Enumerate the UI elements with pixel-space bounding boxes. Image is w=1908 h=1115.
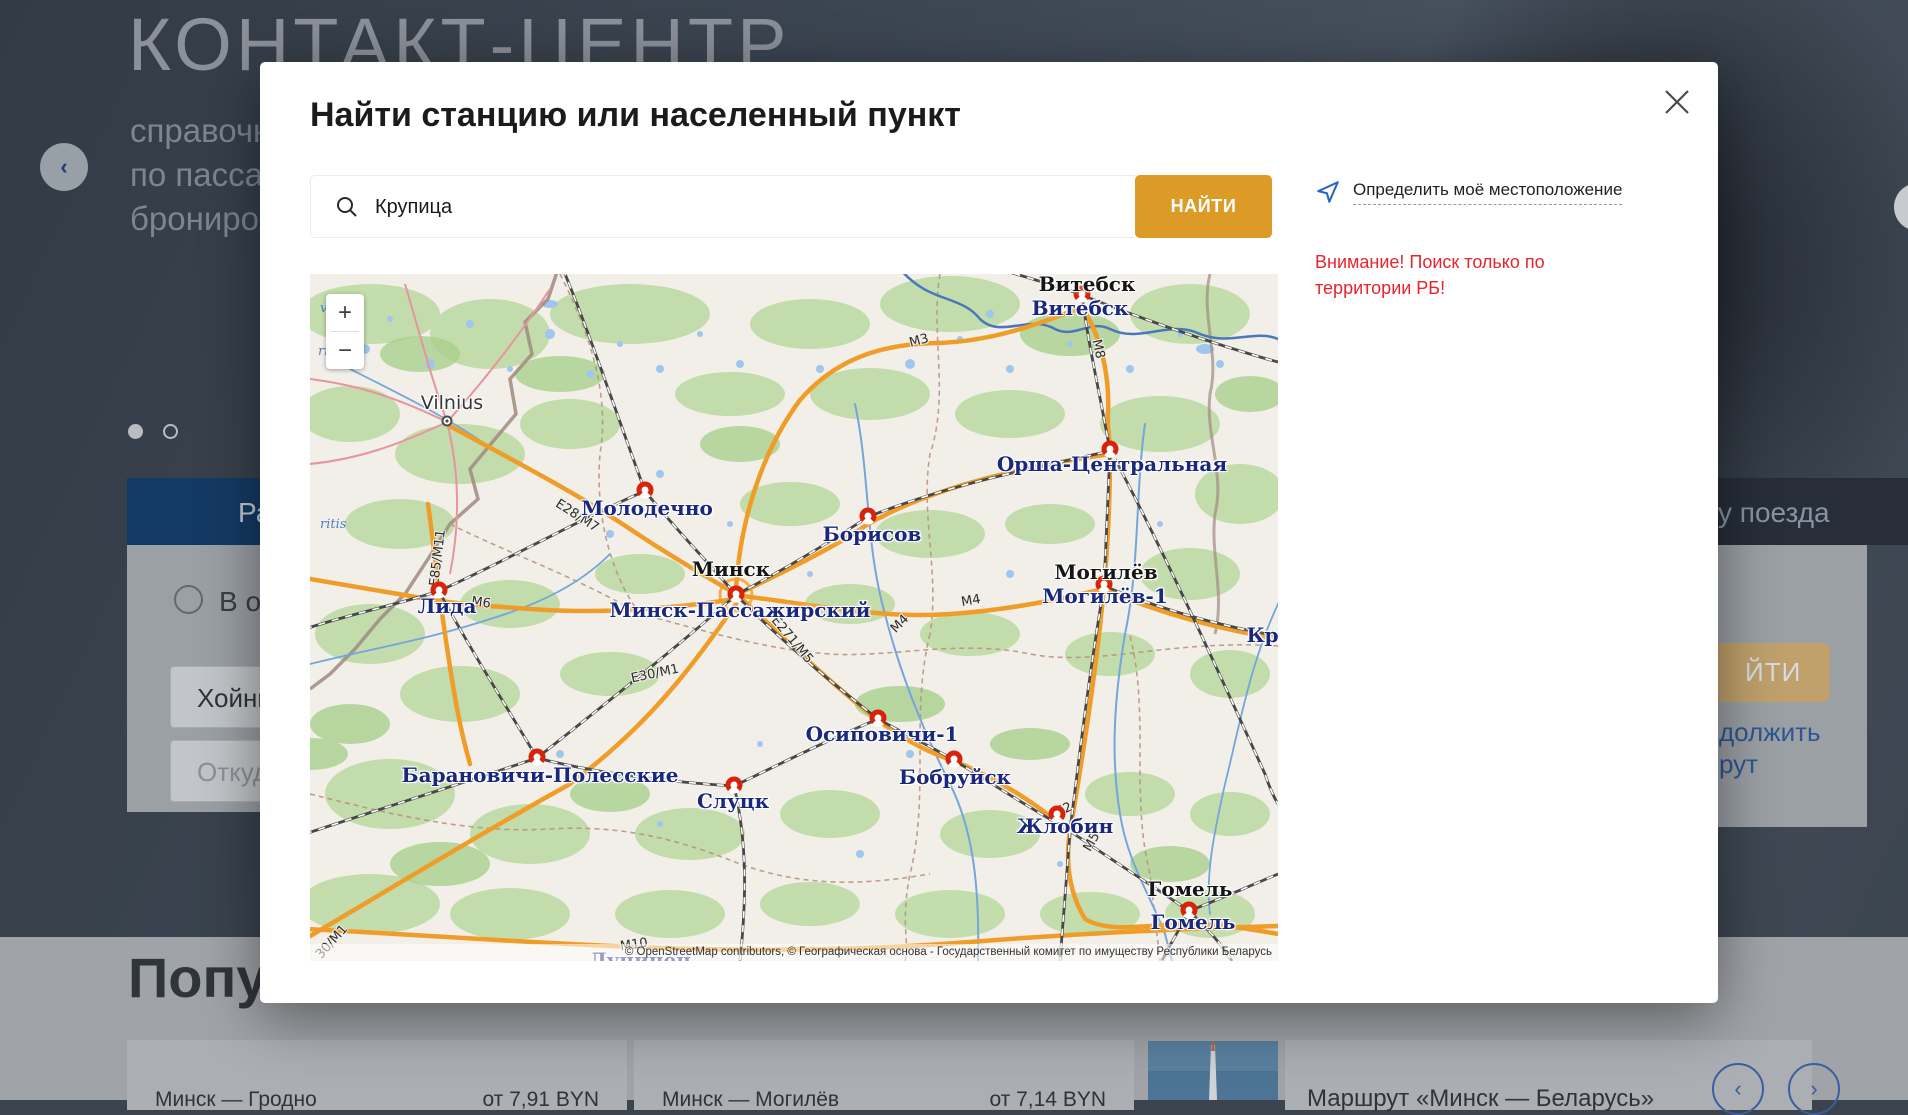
map-city-label[interactable]: Молодечно — [581, 496, 713, 520]
carousel-dot[interactable] — [163, 424, 178, 439]
chevron-left-icon: ‹ — [60, 154, 67, 180]
route-card-route: Минск — Могилёв — [662, 1088, 839, 1112]
carousel-next-button[interactable]: › — [1788, 1063, 1840, 1115]
zoom-in-button[interactable]: + — [326, 294, 364, 331]
chevron-left-icon: ‹ — [1734, 1076, 1741, 1102]
map-city-label: Гомель — [1148, 877, 1233, 901]
map-city-label[interactable]: Орша-Центральная — [997, 452, 1227, 476]
search-box — [310, 175, 1135, 238]
one-way-radio[interactable] — [174, 585, 203, 614]
map-city-label[interactable]: Минск-Пассажирский — [610, 598, 871, 622]
close-icon — [1662, 87, 1692, 117]
map-city-label: Витебск — [1039, 274, 1136, 296]
find-button[interactable]: НАЙТИ — [1135, 175, 1272, 238]
continue-route-link[interactable]: рут — [1719, 749, 1758, 780]
water-label: ritis — [320, 517, 346, 532]
map-city-label[interactable]: Борисов — [823, 522, 922, 546]
promo-card-title: Маршрут «Минск — Беларусь» — [1307, 1085, 1654, 1113]
map-city-label: Минск — [692, 557, 770, 581]
background-find-button-label: ЙТИ — [1745, 657, 1801, 688]
map-city-label[interactable]: Бобруйск — [899, 765, 1011, 789]
map-city-label[interactable]: Жлобин — [1017, 814, 1114, 838]
continue-route-link[interactable]: должить — [1719, 717, 1821, 748]
route-card-price: от 7,14 BYN — [989, 1088, 1106, 1112]
carousel-prev-button[interactable]: ‹ — [1712, 1063, 1764, 1115]
station-search-input[interactable] — [373, 176, 1125, 239]
territory-warning-text: Внимание! Поиск только по территории РБ! — [1315, 249, 1645, 301]
modal-side-column: Определить моё местоположение Внимание! … — [1315, 179, 1660, 301]
close-button[interactable] — [1660, 86, 1694, 120]
map-city-label[interactable]: Гомель — [1151, 910, 1236, 934]
carousel-dot-active[interactable] — [128, 424, 143, 439]
station-search-row: НАЙТИ — [310, 175, 1272, 238]
map-city-label[interactable]: Витебск — [1032, 296, 1129, 320]
map-zoom-control: + − — [326, 294, 364, 369]
town-marker-icon — [442, 416, 453, 427]
map-city-label: Vilnius — [421, 392, 483, 414]
map-city-label[interactable]: Лида — [418, 594, 477, 618]
route-card-route: Минск — Гродно — [155, 1088, 317, 1112]
map-city-label[interactable]: Могилёв-1 — [1042, 584, 1168, 608]
find-station-modal: Найти станцию или населенный пункт НАЙТИ… — [260, 62, 1718, 1003]
map-city-label: Могилёв — [1054, 560, 1157, 584]
chevron-right-icon: › — [1810, 1076, 1817, 1102]
navigation-arrow-icon — [1315, 179, 1341, 205]
detect-location-label: Определить моё местоположение — [1353, 180, 1622, 205]
map-city-label[interactable]: Барановичи-Полесские — [402, 763, 679, 787]
route-card-price: от 7,91 BYN — [482, 1088, 599, 1112]
tab-label-fragment: у поезда — [1718, 497, 1830, 529]
modal-title: Найти станцию или населенный пункт — [310, 96, 961, 135]
detect-location-link[interactable]: Определить моё местоположение — [1315, 179, 1660, 205]
map-city-label[interactable]: Слуцк — [697, 789, 769, 813]
search-icon — [335, 195, 359, 224]
previous-slide-button[interactable]: ‹ — [40, 143, 88, 191]
map-attribution: © OpenStreetMap contributors, © Географи… — [310, 944, 1278, 961]
zoom-out-button[interactable]: − — [326, 332, 364, 369]
map-city-label[interactable]: Кри — [1246, 623, 1278, 647]
map-city-label[interactable]: Осиповичи-1 — [806, 722, 959, 746]
promo-photo — [1148, 1041, 1278, 1100]
belarus-stations-map[interactable]: + − ВитебскВитебск Орша-Центральная Молоде… — [310, 274, 1278, 961]
